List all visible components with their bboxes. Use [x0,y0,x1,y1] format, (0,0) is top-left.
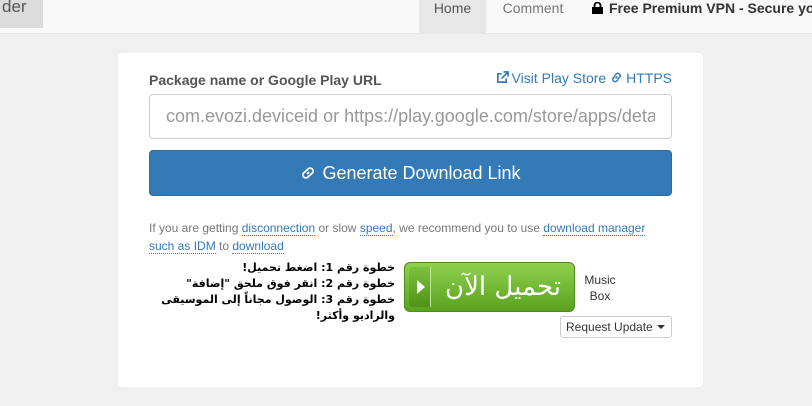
download-tip: If you are getting disconnection or slow… [149,219,672,255]
nav-vpn-label: Free Premium VPN - Secure yo [609,0,812,16]
visit-play-store-label: Visit Play Store [511,70,607,86]
ad-button-label: تحميل الآن [445,272,561,302]
https-link[interactable]: HTTPS [610,70,672,86]
link-icon [612,72,622,83]
play-arrow-icon [409,267,431,307]
tip-text: If you are getting [149,221,242,235]
music-box-line: Box [589,289,611,303]
package-url-input[interactable] [149,94,672,139]
request-update-dropdown[interactable]: Request Update [560,316,672,338]
ad-step: خطوة رقم 3: الوصول مجاناً إلى الموسيقى و… [161,293,395,322]
tip-text: , we recommend you to use [392,221,544,235]
nav-vpn-link[interactable]: Free Premium VPN - Secure yo [592,0,812,34]
tip-text: to [215,239,233,253]
package-label: Package name or Google Play URL [149,72,382,88]
external-link-icon [496,71,509,83]
disconnection-link[interactable]: disconnection [241,221,316,236]
ad-download-now-button[interactable]: تحميل الآن [404,262,575,312]
music-box-logo: Music Box [578,272,622,304]
https-label: HTTPS [626,70,672,86]
helper-links: Visit Play Store HTTPS [496,70,672,86]
site-brand[interactable]: der [0,0,43,28]
speed-link[interactable]: speed [359,221,393,236]
download-link[interactable]: download [232,239,284,254]
ad-step: خطوة رقم 1: اضغط تحميل! [242,261,395,274]
generate-button-label: Generate Download Link [322,163,521,183]
nav-home[interactable]: Home [419,0,486,34]
caret-down-icon [656,325,665,329]
nav-comment[interactable]: Comment [486,0,580,34]
ad-step: خطوة رقم 2: انقر فوق ملحق "إضافة" [186,277,395,290]
top-navbar: der Home Comment Free Premium VPN - Secu… [0,0,812,34]
music-box-line: Music [584,273,616,287]
lock-icon [592,2,603,14]
ad-steps: خطوة رقم 1: اضغط تحميل! خطوة رقم 2: انقر… [148,260,395,324]
link-icon [302,167,315,179]
visit-play-store-link[interactable]: Visit Play Store [496,70,607,86]
tip-text: or slow [315,221,360,235]
request-update-label: Request Update [566,320,653,334]
generate-download-link-button[interactable]: Generate Download Link [149,150,672,196]
download-panel: Package name or Google Play URL Visit Pl… [118,53,703,387]
